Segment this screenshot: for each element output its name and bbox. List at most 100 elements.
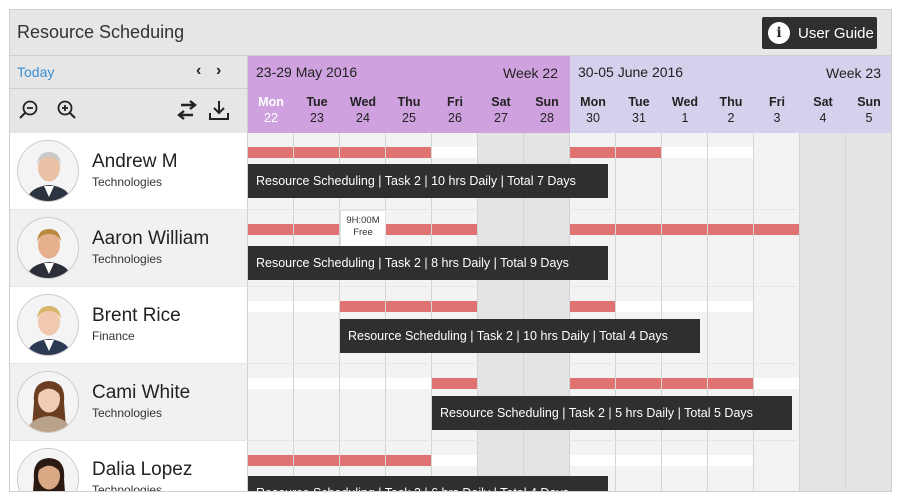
- day-cell[interactable]: [386, 364, 432, 440]
- schedule-grid[interactable]: Resource Scheduling | Task 2 | 10 hrs Da…: [248, 287, 891, 363]
- day-cell[interactable]: [616, 441, 662, 491]
- schedule-grid[interactable]: Resource Scheduling | Task 2 | 5 hrs Dai…: [248, 364, 891, 440]
- free-slot[interactable]: [570, 455, 615, 466]
- free-slot[interactable]: [662, 147, 707, 158]
- day-cell[interactable]: [800, 210, 846, 286]
- task-bar[interactable]: Resource Scheduling | Task 2 | 5 hrs Dai…: [432, 396, 792, 430]
- busy-slot[interactable]: [340, 301, 385, 312]
- resource-info[interactable]: Brent Rice Finance: [10, 287, 248, 363]
- chevron-right-icon[interactable]: ›: [216, 62, 221, 80]
- busy-slot[interactable]: [386, 455, 431, 466]
- busy-slot[interactable]: [294, 224, 339, 235]
- today-link[interactable]: Today: [17, 64, 54, 80]
- free-slot[interactable]: [708, 455, 753, 466]
- day-cell[interactable]: [846, 287, 891, 363]
- busy-slot[interactable]: [294, 455, 339, 466]
- day-cell[interactable]: [616, 210, 662, 286]
- busy-slot[interactable]: [708, 224, 753, 235]
- busy-slot[interactable]: [616, 147, 661, 158]
- busy-slot[interactable]: [340, 147, 385, 158]
- day-cell[interactable]: [340, 364, 386, 440]
- task-bar[interactable]: Resource Scheduling | Task 2 | 10 hrs Da…: [340, 319, 700, 353]
- free-slot[interactable]: [294, 301, 339, 312]
- busy-slot[interactable]: [248, 224, 293, 235]
- swap-icon[interactable]: [175, 98, 199, 122]
- day-cell[interactable]: [800, 364, 846, 440]
- day-cell[interactable]: [708, 133, 754, 209]
- busy-slot[interactable]: [294, 147, 339, 158]
- zoom-in-icon[interactable]: [55, 98, 79, 122]
- user-guide-button[interactable]: i User Guide: [762, 17, 877, 49]
- free-slot[interactable]: [754, 378, 799, 389]
- free-slot[interactable]: [340, 378, 385, 389]
- zoom-out-icon[interactable]: [17, 98, 41, 122]
- day-cell[interactable]: [800, 287, 846, 363]
- day-cell[interactable]: [294, 287, 340, 363]
- free-slot[interactable]: [294, 378, 339, 389]
- free-slot[interactable]: [248, 301, 293, 312]
- day-cell[interactable]: [754, 210, 800, 286]
- day-cell[interactable]: [662, 441, 708, 491]
- day-cell[interactable]: [800, 441, 846, 491]
- busy-slot[interactable]: [386, 301, 431, 312]
- day-cell[interactable]: [754, 133, 800, 209]
- day-cell[interactable]: [754, 287, 800, 363]
- day-cell[interactable]: [616, 133, 662, 209]
- day-cell[interactable]: [662, 210, 708, 286]
- schedule-grid[interactable]: Resource Scheduling | Task 2 | 6 hrs Dai…: [248, 441, 891, 491]
- free-slot[interactable]: [662, 455, 707, 466]
- day-cell[interactable]: [846, 133, 891, 209]
- day-cell[interactable]: [754, 441, 800, 491]
- busy-slot[interactable]: [432, 378, 477, 389]
- day-cell[interactable]: [846, 364, 891, 440]
- busy-slot[interactable]: [248, 147, 293, 158]
- free-slot[interactable]: [432, 455, 477, 466]
- day-cell[interactable]: [800, 133, 846, 209]
- day-cell[interactable]: [248, 364, 294, 440]
- busy-slot[interactable]: [432, 301, 477, 312]
- free-slot[interactable]: [386, 378, 431, 389]
- task-bar[interactable]: Resource Scheduling | Task 2 | 8 hrs Dai…: [248, 246, 608, 280]
- free-slot[interactable]: [432, 147, 477, 158]
- resource-info[interactable]: Andrew M Technologies: [10, 133, 248, 209]
- busy-slot[interactable]: [662, 378, 707, 389]
- busy-slot[interactable]: [248, 455, 293, 466]
- resource-info[interactable]: Cami White Technologies: [10, 364, 248, 440]
- busy-slot[interactable]: [616, 224, 661, 235]
- busy-slot[interactable]: [570, 224, 615, 235]
- busy-slot[interactable]: [386, 147, 431, 158]
- day-cell[interactable]: [662, 133, 708, 209]
- day-number: 25: [402, 111, 416, 125]
- busy-slot[interactable]: [340, 455, 385, 466]
- busy-slot[interactable]: [432, 224, 477, 235]
- free-slot[interactable]: [708, 147, 753, 158]
- busy-slot[interactable]: [754, 224, 799, 235]
- day-cell[interactable]: [708, 441, 754, 491]
- busy-slot[interactable]: [662, 224, 707, 235]
- busy-slot[interactable]: [570, 378, 615, 389]
- free-slot[interactable]: [662, 301, 707, 312]
- day-cell[interactable]: [294, 364, 340, 440]
- busy-slot[interactable]: [616, 378, 661, 389]
- task-bar[interactable]: Resource Scheduling | Task 2 | 10 hrs Da…: [248, 164, 608, 198]
- busy-slot[interactable]: [708, 378, 753, 389]
- chevron-left-icon[interactable]: ‹: [196, 62, 201, 80]
- task-bar[interactable]: Resource Scheduling | Task 2 | 6 hrs Dai…: [248, 476, 608, 491]
- day-cell[interactable]: [846, 441, 891, 491]
- busy-slot[interactable]: [570, 147, 615, 158]
- busy-slot[interactable]: [570, 301, 615, 312]
- schedule-grid[interactable]: Resource Scheduling | Task 2 | 10 hrs Da…: [248, 133, 891, 209]
- busy-slot[interactable]: [386, 224, 431, 235]
- day-cell[interactable]: [708, 210, 754, 286]
- free-slot[interactable]: [616, 455, 661, 466]
- schedule-grid[interactable]: 9H:00M Free Resource Scheduling | Task 2 |…: [248, 210, 891, 286]
- resource-info[interactable]: Aaron William Technologies: [10, 210, 248, 286]
- day-cell[interactable]: [846, 210, 891, 286]
- free-slot[interactable]: [708, 301, 753, 312]
- free-slot[interactable]: [616, 301, 661, 312]
- day-cell[interactable]: [708, 287, 754, 363]
- free-slot[interactable]: [248, 378, 293, 389]
- day-cell[interactable]: [248, 287, 294, 363]
- resource-info[interactable]: Dalia Lopez Technologies: [10, 441, 248, 491]
- download-icon[interactable]: [207, 98, 231, 122]
